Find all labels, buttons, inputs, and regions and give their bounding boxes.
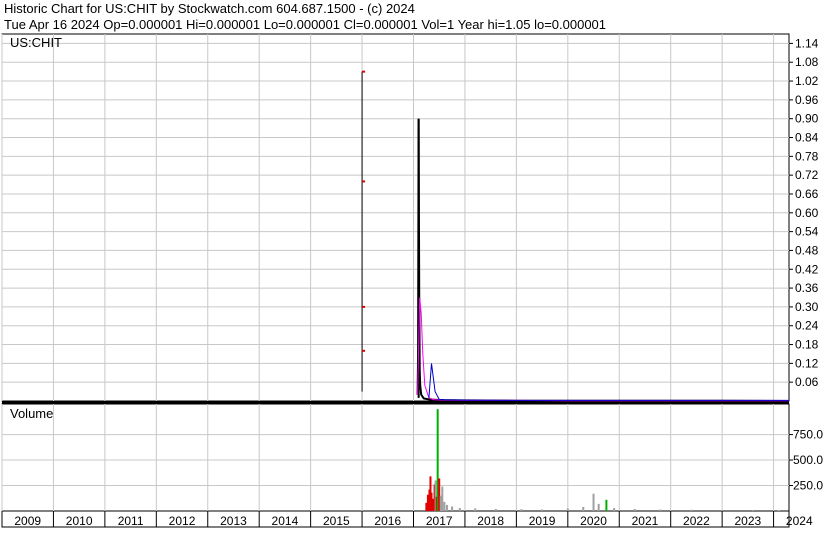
year-tick-label: 2014 (272, 514, 299, 528)
volume-tick-label: 500.0 (793, 453, 823, 467)
stock-chart: 1.14 1.08 1.02 0.96 0.90 0.84 0.78 0.72 0.66 0.60… (1, 33, 823, 528)
price-panel-title: US:CHIT (10, 35, 62, 50)
year-tick-label: 2019 (529, 514, 556, 528)
year-tick-label: 2012 (169, 514, 196, 528)
price-tick-label: 0.36 (795, 281, 819, 295)
price-tick-label: 0.84 (795, 131, 819, 145)
price-axis: 1.14 1.08 1.02 0.96 0.90 0.84 0.78 0.72 0.66 0.60… (789, 36, 819, 389)
year-tick-label: 2009 (14, 514, 41, 528)
year-tick-label: 2018 (477, 514, 504, 528)
volume-axis: 750.0 500.0 250.0 (789, 428, 823, 493)
year-tick-label: 2013 (220, 514, 247, 528)
price-tick-label: 0.48 (795, 243, 819, 257)
price-tick-label: 0.42 (795, 262, 819, 276)
year-tick-label: 2015 (323, 514, 350, 528)
price-tick-label: 0.06 (795, 375, 819, 389)
price-tick-label: 0.30 (795, 300, 819, 314)
price-tick-label: 1.14 (795, 36, 819, 50)
volume-panel-title: Volume (10, 406, 53, 421)
price-tick-label: 0.78 (795, 149, 819, 163)
volume-tick-label: 250.0 (793, 479, 823, 493)
year-tick-label: 2016 (374, 514, 401, 528)
price-tick-label: 1.08 (795, 55, 819, 69)
year-tick-label: 2022 (683, 514, 710, 528)
price-tick-label: 1.02 (795, 74, 819, 88)
price-tick-label: 0.18 (795, 338, 819, 352)
volume-tick-label: 750.0 (793, 428, 823, 442)
year-tick-label: 2021 (632, 514, 659, 528)
year-tick-label: 2010 (66, 514, 93, 528)
year-tick-label: 2017 (426, 514, 453, 528)
price-tick-label: 0.60 (795, 206, 819, 220)
price-tick-label: 0.54 (795, 225, 819, 239)
price-tick-label: 0.24 (795, 319, 819, 333)
price-tick-label: 0.66 (795, 187, 819, 201)
price-tick-label: 0.12 (795, 356, 819, 370)
year-tick-label: 2023 (734, 514, 761, 528)
price-tick-label: 0.96 (795, 93, 819, 107)
year-tick-label: 2011 (118, 514, 144, 528)
year-tick-label: 2020 (580, 514, 607, 528)
price-tick-label: 0.72 (795, 168, 819, 182)
year-tick-label: 2024 (786, 514, 813, 528)
price-tick-label: 0.90 (795, 112, 819, 126)
